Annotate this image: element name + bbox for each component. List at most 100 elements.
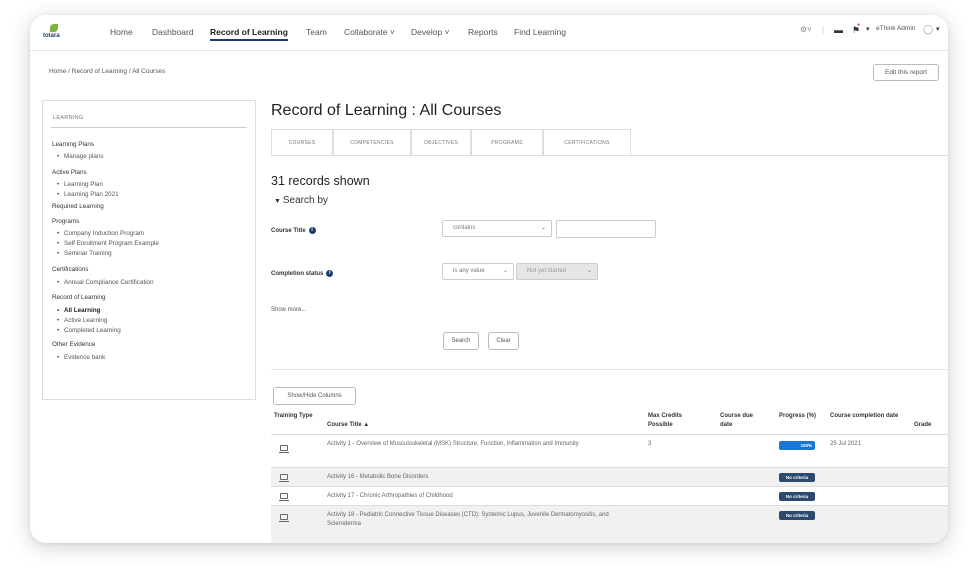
nav-find-learning[interactable]: Find Learning: [514, 27, 566, 37]
chevron-down-icon: ⌄: [502, 268, 508, 274]
completion-status-operator-select[interactable]: is any value ⌄: [442, 263, 514, 280]
table-row[interactable]: Activity 16 - Metabolic Bone Disorders N…: [271, 468, 948, 486]
chevron-down-icon: ⌄: [540, 225, 546, 231]
user-menu-chevron-icon[interactable]: ▾: [936, 25, 940, 33]
progress-status-badge: No criteria: [779, 511, 815, 520]
completion-status-operator-value: is any value: [453, 268, 485, 274]
page-title: Record of Learning : All Courses: [271, 102, 502, 119]
sidebar-item-record-of-learning[interactable]: Record of Learning: [52, 294, 106, 301]
leaf-icon: [50, 24, 58, 32]
show-hide-columns-button[interactable]: Show/Hide Columns: [273, 387, 356, 405]
max-credits: 3: [648, 441, 652, 447]
totara-logo[interactable]: totara: [42, 24, 66, 42]
nav-divider: |: [822, 25, 825, 34]
sidebar-item-active-learning[interactable]: Active Learning: [57, 317, 107, 324]
nav-home[interactable]: Home: [110, 27, 133, 37]
user-name[interactable]: eThink Admin: [876, 25, 915, 32]
course-title-link[interactable]: Activity 1 - Overview of Musculoskeletal…: [327, 440, 617, 449]
table-row[interactable]: Activity 17 - Chronic Arthropathies of C…: [271, 487, 948, 505]
records-count: 31 records shown: [271, 174, 370, 188]
sidebar-item-annual-compliance[interactable]: Annual Compliance Certification: [57, 279, 154, 286]
course-type-icon: [279, 493, 289, 501]
column-header-course-title[interactable]: Course Title ▲: [327, 421, 369, 430]
nav-dashboard[interactable]: Dashboard: [152, 27, 194, 37]
course-title-link[interactable]: Activity 18 - Pediatric Connective Tissu…: [327, 511, 617, 529]
breadcrumb[interactable]: Home / Record of Learning / All Courses: [49, 68, 165, 75]
completion-status-value-select[interactable]: Not yet started ⌄: [516, 263, 598, 280]
course-title-label-text: Course Title: [271, 228, 306, 235]
search-by-label: Search by: [282, 195, 328, 206]
sidebar-item-certifications[interactable]: Certifications: [52, 266, 88, 273]
course-title-link[interactable]: Activity 16 - Metabolic Bone Disorders: [327, 473, 617, 482]
sidebar-item-learning-plan-2021[interactable]: Learning Plan 2021: [57, 191, 119, 198]
sidebar-item-learning-plan[interactable]: Learning Plan: [57, 181, 103, 188]
info-icon[interactable]: i: [308, 227, 316, 234]
avatar-icon[interactable]: ◯: [923, 24, 933, 35]
nav-team[interactable]: Team: [306, 27, 327, 37]
sidebar-item-manage-plans[interactable]: Manage plans: [57, 153, 103, 160]
sidebar-item-self-enrollment[interactable]: Self Enrollment Program Example: [57, 240, 159, 247]
top-navigation: totara Home Dashboard Record of Learning…: [30, 15, 948, 51]
notification-dot: ●: [857, 22, 861, 28]
gear-menu-icon[interactable]: ⚙˅: [800, 25, 812, 34]
nav-collaborate[interactable]: Collaborate ˅: [344, 27, 395, 37]
course-type-icon: [279, 474, 289, 482]
chevron-down-icon[interactable]: ▾: [866, 25, 870, 33]
column-header-progress[interactable]: Progress (%): [779, 412, 819, 421]
column-header-due-date[interactable]: Course due date: [720, 412, 760, 430]
column-header-max-credits[interactable]: Max Credits Possible: [648, 412, 698, 430]
tab-competencies[interactable]: COMPETENCIES: [333, 129, 411, 155]
course-title-operator-value: contains: [453, 225, 476, 231]
course-title-input[interactable]: [556, 220, 656, 238]
chevron-down-icon: ⌄: [586, 268, 592, 274]
column-header-grade[interactable]: Grade: [914, 421, 931, 430]
tab-objectives[interactable]: OBJECTIVES: [411, 129, 471, 155]
nav-reports[interactable]: Reports: [468, 27, 498, 37]
table-row[interactable]: Activity 1 - Overview of Musculoskeletal…: [271, 435, 948, 467]
sidebar-heading: LEARNING: [53, 115, 84, 121]
progress-status-badge: No criteria: [779, 473, 815, 482]
edit-report-button[interactable]: Edit this report: [873, 64, 939, 81]
search-button[interactable]: Search: [443, 332, 479, 350]
sidebar-item-evidence-bank[interactable]: Evidence bank: [57, 354, 105, 361]
sidebar-item-required-learning[interactable]: Required Learning: [52, 203, 104, 210]
course-title-link[interactable]: Activity 17 - Chronic Arthropathies of C…: [327, 492, 617, 501]
clear-button[interactable]: Clear: [488, 332, 519, 350]
info-icon[interactable]: i: [326, 270, 334, 277]
course-title-operator-select[interactable]: contains ⌄: [442, 220, 552, 237]
learning-sidebar: LEARNING Learning Plans Manage plans Act…: [42, 100, 256, 400]
tab-certifications[interactable]: CERTIFICATIONS: [543, 129, 631, 155]
progress-bar: 100%: [779, 441, 815, 450]
progress-status-badge: No criteria: [779, 492, 815, 501]
messages-icon[interactable]: ▬: [834, 25, 843, 35]
nav-develop[interactable]: Develop ˅: [411, 27, 450, 37]
table-row[interactable]: Activity 18 - Pediatric Connective Tissu…: [271, 506, 948, 543]
nav-record-of-learning[interactable]: Record of Learning: [210, 27, 288, 41]
column-header-training-type[interactable]: Training Type: [274, 412, 314, 421]
sidebar-item-programs[interactable]: Programs: [52, 218, 79, 225]
search-by-toggle[interactable]: ▼ Search by: [274, 195, 328, 206]
column-header-completion-date[interactable]: Course completion date: [830, 412, 910, 421]
sidebar-item-learning-plans[interactable]: Learning Plans: [52, 141, 94, 148]
sidebar-item-seminar-training[interactable]: Seminar Training: [57, 250, 112, 257]
completion-status-value: Not yet started: [527, 268, 567, 274]
course-type-icon: [279, 514, 289, 522]
show-more-link[interactable]: Show more...: [271, 307, 306, 313]
completion-status-filter-label: Completion status i: [271, 270, 334, 278]
caret-down-icon: ▼: [274, 198, 283, 205]
sidebar-item-all-learning[interactable]: All Learning: [57, 307, 100, 314]
completion-status-label-text: Completion status: [271, 271, 324, 278]
sidebar-item-completed-learning[interactable]: Completed Learning: [57, 327, 121, 334]
sidebar-item-company-induction[interactable]: Company Induction Program: [57, 230, 144, 237]
logo-text: totara: [43, 33, 60, 39]
completion-date: 25 Jul 2021: [830, 441, 862, 447]
tab-courses[interactable]: COURSES: [271, 129, 333, 155]
sidebar-item-active-plans[interactable]: Active Plans: [52, 169, 87, 176]
sidebar-item-other-evidence[interactable]: Other Evidence: [52, 341, 95, 348]
app-window: totara Home Dashboard Record of Learning…: [30, 15, 948, 543]
course-title-filter-label: Course Title i: [271, 227, 316, 234]
tabs-divider: [271, 155, 948, 156]
sidebar-divider: [51, 127, 247, 128]
tab-programs[interactable]: PROGRAMS: [471, 129, 543, 155]
course-type-icon: [279, 445, 289, 453]
